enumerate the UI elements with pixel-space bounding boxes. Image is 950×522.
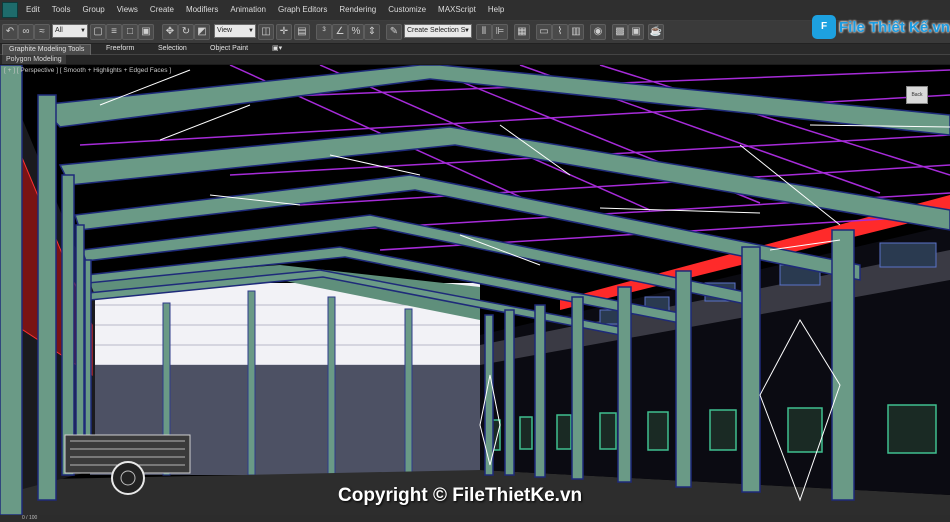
- named-selection-select[interactable]: Create Selection S ▼: [404, 24, 472, 38]
- tab-graphite-modeling-tools[interactable]: Graphite Modeling Tools: [2, 44, 92, 55]
- rect-region-icon[interactable]: □: [122, 24, 138, 40]
- chevron-down-icon: ▼: [464, 28, 470, 34]
- spinner-snap-icon[interactable]: ⇕: [364, 24, 380, 40]
- ribbon-options-icon[interactable]: ▣▾: [266, 44, 288, 54]
- tab-freeform[interactable]: Freeform: [100, 44, 140, 54]
- menu-maxscript[interactable]: MAXScript: [432, 4, 482, 16]
- link-icon[interactable]: ∞: [18, 24, 34, 40]
- viewcube[interactable]: Back: [906, 86, 928, 104]
- rotate-icon[interactable]: ↻: [178, 24, 194, 40]
- scale-icon[interactable]: ◩: [194, 24, 210, 40]
- undo-icon[interactable]: ↶: [2, 24, 18, 40]
- edit-named-selection-icon[interactable]: ✎: [386, 24, 402, 40]
- menu-graph-editors[interactable]: Graph Editors: [272, 4, 333, 16]
- select-object-icon[interactable]: ▢: [90, 24, 106, 40]
- menu-tools[interactable]: Tools: [46, 4, 77, 16]
- menu-edit[interactable]: Edit: [20, 4, 46, 16]
- angle-snap-icon[interactable]: ∠: [332, 24, 348, 40]
- menu-help[interactable]: Help: [482, 4, 510, 16]
- menu-modifiers[interactable]: Modifiers: [180, 4, 224, 16]
- menu-customize[interactable]: Customize: [382, 4, 432, 16]
- align-icon[interactable]: ⊫: [492, 24, 508, 40]
- app-icon[interactable]: [2, 2, 18, 18]
- layer-manager-icon[interactable]: ▦: [514, 24, 530, 40]
- select-by-name-icon[interactable]: ≡: [106, 24, 122, 40]
- material-editor-icon[interactable]: ◉: [590, 24, 606, 40]
- menu-bar: Edit Tools Group Views Create Modifiers …: [0, 0, 950, 21]
- copyright-watermark: Copyright © FileThietKe.vn: [338, 485, 583, 506]
- pivot-center-icon[interactable]: ◫: [258, 24, 274, 40]
- schematic-view-icon[interactable]: ▥: [568, 24, 584, 40]
- site-logo: F File Thiết Kế.vn: [812, 14, 950, 40]
- snap-toggle-icon[interactable]: ³: [316, 24, 332, 40]
- render-setup-icon[interactable]: ▩: [612, 24, 628, 40]
- rendered-frame-icon[interactable]: ▣: [628, 24, 644, 40]
- viewport-label[interactable]: [ + ] [ Perspective ] [ Smooth + Highlig…: [4, 67, 171, 74]
- render-production-icon[interactable]: ☕: [648, 24, 664, 40]
- menu-create[interactable]: Create: [144, 4, 180, 16]
- move-icon[interactable]: ✥: [162, 24, 178, 40]
- named-selection-value: Create Selection S: [407, 27, 466, 34]
- menu-list: Edit Tools Group Views Create Modifiers …: [20, 4, 510, 16]
- select-manipulate-icon[interactable]: ✛: [276, 24, 292, 40]
- reference-coord-select[interactable]: View ▼: [214, 24, 256, 38]
- ribbon-panel-bar: Polygon Modeling: [0, 55, 950, 64]
- window-crossing-icon[interactable]: ▣: [138, 24, 154, 40]
- scene-render: [0, 65, 950, 515]
- curve-editor-icon[interactable]: ⌇: [552, 24, 568, 40]
- panel-polygon-modeling[interactable]: Polygon Modeling: [2, 55, 66, 64]
- ribbon-tabs: Graphite Modeling Tools Freeform Selecti…: [0, 44, 950, 55]
- selection-filter-value: All: [55, 27, 63, 34]
- main-toolbar: ↶ ∞ ≈ All ▼ ▢ ≡ □ ▣ ✥ ↻ ◩ View ▼ ◫ ✛ ▤ ³ ∠…: [0, 21, 950, 44]
- percent-snap-icon[interactable]: %: [348, 24, 364, 40]
- tab-object-paint[interactable]: Object Paint: [204, 44, 254, 54]
- mirror-icon[interactable]: ⫴: [476, 24, 492, 40]
- keyboard-shortcut-icon[interactable]: ▤: [294, 24, 310, 40]
- menu-group[interactable]: Group: [76, 4, 110, 16]
- menu-rendering[interactable]: Rendering: [333, 4, 382, 16]
- time-slider[interactable]: 0 / 100: [0, 515, 950, 522]
- chevron-down-icon: ▼: [80, 28, 86, 34]
- tab-selection[interactable]: Selection: [152, 44, 193, 54]
- chevron-down-icon: ▼: [248, 28, 254, 34]
- frame-counter: 0 / 100: [22, 515, 38, 521]
- graphite-toggle-icon[interactable]: ▭: [536, 24, 552, 40]
- menu-views[interactable]: Views: [111, 4, 144, 16]
- unlink-icon[interactable]: ≈: [34, 24, 50, 40]
- logo-text: File Thiết Kế.vn: [839, 18, 950, 36]
- reference-coord-value: View: [217, 27, 233, 34]
- menu-animation[interactable]: Animation: [224, 4, 272, 16]
- perspective-viewport[interactable]: [ + ] [ Perspective ] [ Smooth + Highlig…: [0, 65, 950, 515]
- logo-mark: F: [812, 15, 836, 39]
- selection-filter-select[interactable]: All ▼: [52, 24, 88, 38]
